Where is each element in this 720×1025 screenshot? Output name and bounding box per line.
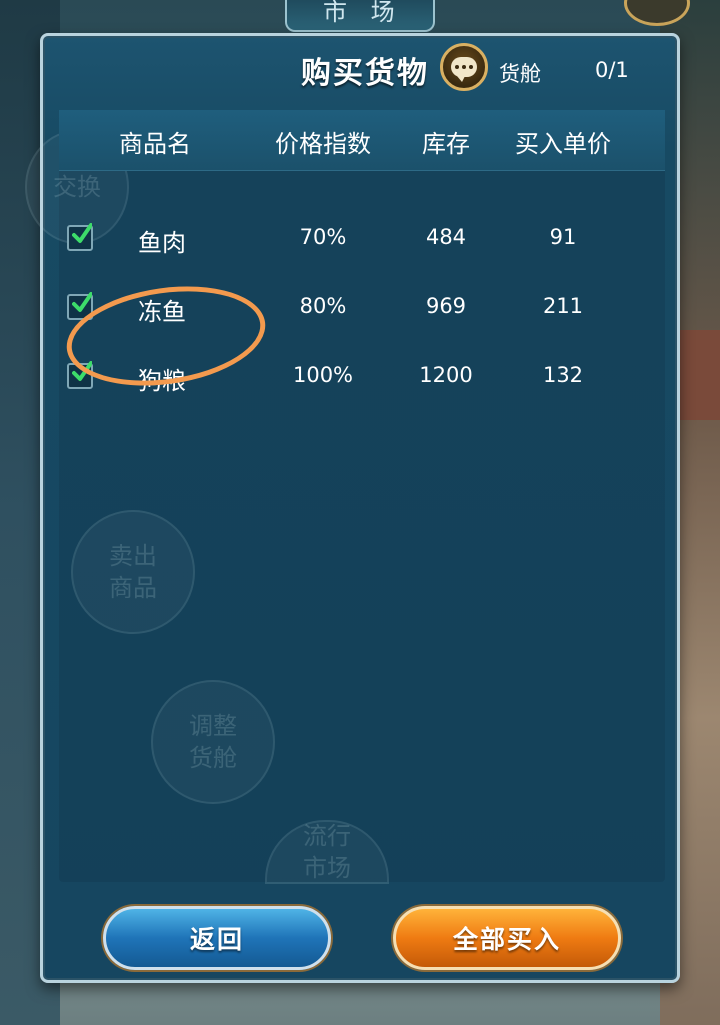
item-buy-price: 132 bbox=[542, 363, 584, 387]
cargo-label: 货舱 bbox=[499, 62, 541, 86]
back-button-label: 返回 bbox=[189, 925, 244, 954]
market-tab[interactable]: 市 场 bbox=[285, 0, 435, 32]
item-name: 鱼肉 bbox=[138, 229, 186, 257]
buy-all-button[interactable]: 全部买入 bbox=[393, 906, 621, 970]
buy-goods-dialog: 购买货物 货舱 0/1 交换 卖出商品 调整货舱 流行市场 商品名 价格指数 库… bbox=[25, 33, 680, 983]
dialog-title: 购买货物 bbox=[301, 56, 429, 91]
ghost-menu-popular: 流行市场 bbox=[265, 820, 389, 884]
table-header: 商品名 价格指数 库存 买入单价 bbox=[59, 110, 665, 171]
chat-bubble-icon[interactable] bbox=[440, 43, 488, 91]
ghost-menu-adjust: 调整货舱 bbox=[151, 680, 275, 804]
ghost-menu-sell: 卖出商品 bbox=[71, 510, 195, 634]
dialog-header: 购买货物 货舱 0/1 bbox=[43, 36, 677, 106]
item-buy-price: 91 bbox=[549, 225, 577, 249]
header-name: 商品名 bbox=[119, 130, 191, 158]
goods-table: 交换 卖出商品 调整货舱 流行市场 商品名 价格指数 库存 买入单价 鱼肉 70… bbox=[25, 110, 665, 884]
table-row[interactable]: 鱼肉 70% 484 91 bbox=[59, 205, 665, 274]
bubble-shape bbox=[451, 57, 477, 82]
back-button[interactable]: 返回 bbox=[103, 906, 331, 970]
item-buy-price: 211 bbox=[542, 294, 584, 318]
header-buy-price: 买入单价 bbox=[515, 130, 611, 158]
cargo-value: 0/1 bbox=[595, 58, 629, 82]
buy-all-button-label: 全部买入 bbox=[452, 925, 561, 954]
